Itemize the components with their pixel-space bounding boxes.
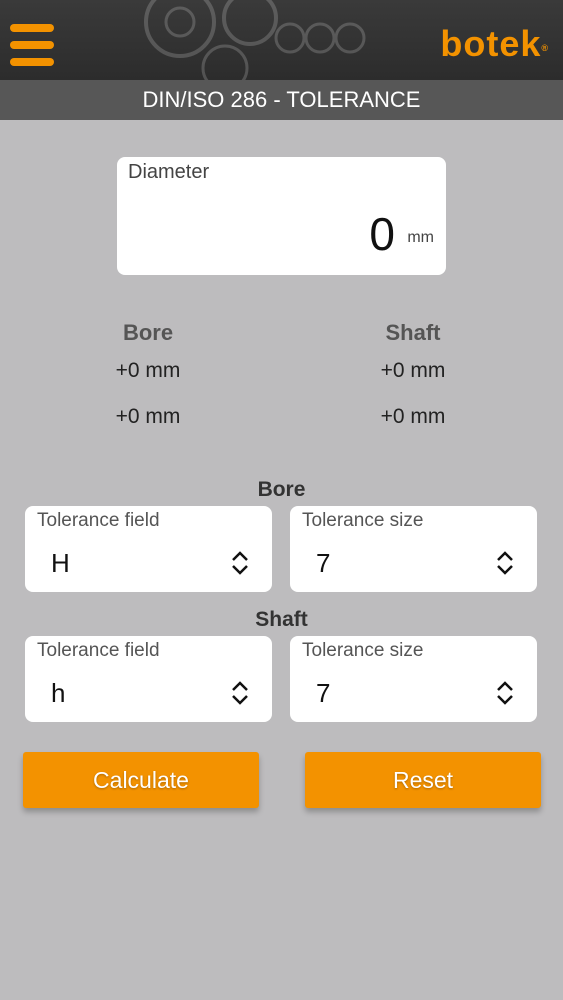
select-label: Tolerance size [302,640,424,661]
menu-bar [10,58,54,66]
select-label: Tolerance field [37,640,160,661]
bore-section-heading: Bore [257,478,306,501]
select-value: h [51,678,66,708]
bore-lower-deviation: +0 mm [115,405,181,428]
chevron-up-down-icon [497,681,513,705]
menu-bar [10,24,54,32]
diameter-unit: mm [407,229,434,246]
gears-decoration-icon [144,0,366,80]
select-value: H [51,548,70,578]
menu-bar [10,41,54,49]
shaft-lower-deviation: +0 mm [380,405,446,428]
select-label: Tolerance field [37,510,160,531]
botek-logo: botek® [440,24,549,64]
logo-text: botek [440,23,542,64]
page-title: DIN/ISO 286 - TOLERANCE [0,80,563,120]
diameter-label: Diameter [128,161,210,183]
shaft-tolerance-size-select[interactable]: Tolerance size 7 [290,636,537,722]
select-label: Tolerance size [302,510,424,531]
select-value: 7 [316,678,331,708]
bore-tolerance-field-select[interactable]: Tolerance field H [25,506,272,592]
chevron-up-down-icon [232,551,248,575]
shaft-section-heading: Shaft [255,608,308,631]
reset-button[interactable]: Reset [305,752,541,808]
select-value: 7 [316,548,331,578]
bore-tolerance-size-select[interactable]: Tolerance size 7 [290,506,537,592]
shaft-result-heading: Shaft [385,320,441,345]
registered-mark: ® [541,43,549,53]
bore-upper-deviation: +0 mm [115,359,181,382]
chevron-up-down-icon [232,681,248,705]
hamburger-menu-icon[interactable] [10,24,54,66]
shaft-upper-deviation: +0 mm [380,359,446,382]
diameter-value[interactable]: 0 [369,211,395,257]
diameter-input[interactable]: Diameter 0 mm [117,157,446,275]
app-header: botek® [0,0,563,80]
shaft-tolerance-field-select[interactable]: Tolerance field h [25,636,272,722]
chevron-up-down-icon [497,551,513,575]
bore-result-heading: Bore [122,320,174,345]
calculate-button[interactable]: Calculate [23,752,259,808]
